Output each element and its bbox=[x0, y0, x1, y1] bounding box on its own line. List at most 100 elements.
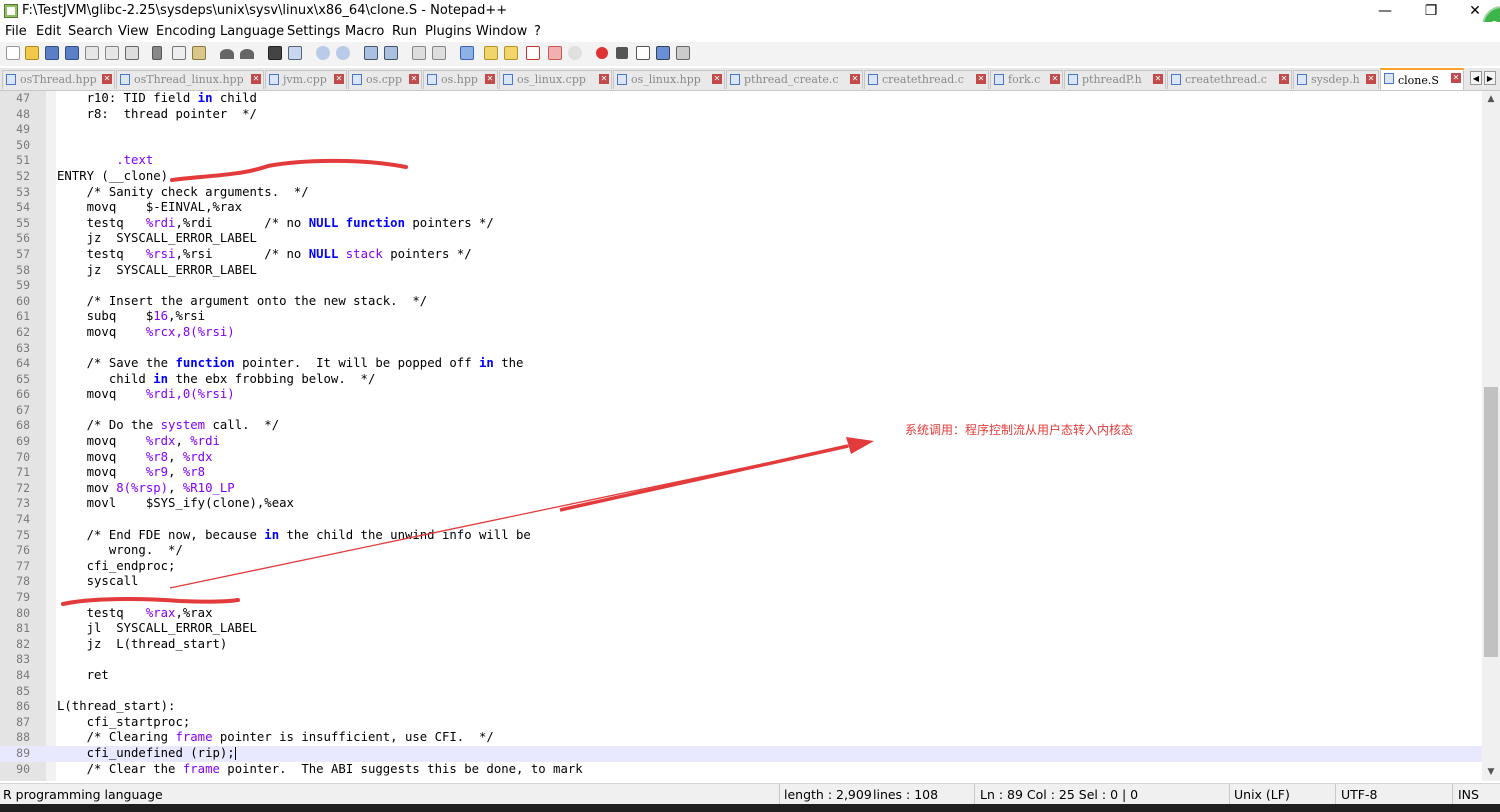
code-line[interactable]: 83 bbox=[0, 652, 1482, 668]
code-editor[interactable]: 47 r10: TID field in child 48 r8: thread … bbox=[0, 91, 1482, 781]
close-tab-icon[interactable]: ✕ bbox=[102, 74, 112, 84]
close-file-icon[interactable] bbox=[85, 46, 99, 60]
stop-macro-icon[interactable] bbox=[616, 47, 628, 59]
code-line[interactable]: 71 movq %r9, %r8 bbox=[0, 465, 1482, 481]
tab-createthread-c-2[interactable]: createthread.c ✕ bbox=[1167, 70, 1292, 89]
code-line[interactable]: 77 cfi_endproc; bbox=[0, 559, 1482, 575]
code-line[interactable]: 81 jl SYSCALL_ERROR_LABEL bbox=[0, 621, 1482, 637]
code-line[interactable]: 63 bbox=[0, 341, 1482, 357]
code-line[interactable]: 65 child in the ebx frobbing below. */ bbox=[0, 372, 1482, 388]
menu-help[interactable]: ? bbox=[534, 24, 541, 39]
code-line[interactable]: 68 /* Do the system call. */ bbox=[0, 418, 1482, 434]
code-line[interactable]: 54 movq $-EINVAL,%rax bbox=[0, 200, 1482, 216]
code-line[interactable]: 47 r10: TID field in child bbox=[0, 91, 1482, 107]
code-line[interactable]: 73 movl $SYS_ify(clone),%eax bbox=[0, 496, 1482, 512]
tab-sysdep-h[interactable]: sysdep.h ✕ bbox=[1293, 70, 1379, 89]
code-line[interactable]: 58 jz SYSCALL_ERROR_LABEL bbox=[0, 263, 1482, 279]
menu-encoding[interactable]: Encoding bbox=[156, 24, 216, 39]
function-list-icon[interactable] bbox=[504, 46, 518, 60]
menu-file[interactable]: File bbox=[5, 24, 27, 39]
code-line[interactable]: 49 bbox=[0, 122, 1482, 138]
code-line[interactable]: 78 syscall bbox=[0, 574, 1482, 590]
code-line[interactable]: 48 r8: thread pointer */ bbox=[0, 107, 1482, 123]
save-macro-icon[interactable] bbox=[676, 46, 690, 60]
tab-os-hpp[interactable]: os.hpp ✕ bbox=[423, 70, 498, 89]
menu-macro[interactable]: Macro bbox=[345, 24, 384, 39]
scroll-up-icon[interactable]: ▲ bbox=[1482, 91, 1500, 108]
tab-clone-s[interactable]: clone.S ✕ bbox=[1380, 68, 1464, 90]
find-icon[interactable] bbox=[268, 46, 282, 60]
code-line[interactable]: 67 bbox=[0, 403, 1482, 419]
show-all-chars-icon[interactable] bbox=[432, 46, 446, 60]
code-line[interactable]: 74 bbox=[0, 512, 1482, 528]
menu-view[interactable]: View bbox=[118, 24, 149, 39]
paste-icon[interactable] bbox=[192, 46, 206, 60]
code-line[interactable]: 89 cfi_undefined (rip); bbox=[0, 745, 1482, 762]
code-line[interactable]: 61 subq $16,%rsi bbox=[0, 309, 1482, 325]
code-line[interactable]: 56 jz SYSCALL_ERROR_LABEL bbox=[0, 231, 1482, 247]
sync-scroll-h-icon[interactable] bbox=[384, 46, 398, 60]
maximize-button[interactable]: ❐ bbox=[1408, 0, 1454, 22]
close-tab-icon[interactable]: ✕ bbox=[1050, 74, 1060, 84]
tab-pthread-create-c[interactable]: pthread_create.c ✕ bbox=[726, 70, 863, 89]
save-icon[interactable] bbox=[45, 46, 59, 60]
close-tab-icon[interactable]: ✕ bbox=[409, 74, 419, 84]
menu-settings[interactable]: Settings bbox=[287, 24, 340, 39]
code-line[interactable]: 52 ENTRY (__clone) bbox=[0, 169, 1482, 185]
open-file-icon[interactable] bbox=[25, 46, 39, 60]
code-line[interactable]: 70 movq %r8, %rdx bbox=[0, 450, 1482, 466]
run-macro-multiple-icon[interactable] bbox=[656, 46, 670, 60]
word-wrap-icon[interactable] bbox=[412, 46, 426, 60]
code-line[interactable]: 59 bbox=[0, 278, 1482, 294]
tab-osthread-linux-hpp[interactable]: osThread_linux.hpp ✕ bbox=[116, 70, 264, 89]
save-all-icon[interactable] bbox=[65, 46, 79, 60]
new-file-icon[interactable] bbox=[6, 46, 20, 60]
code-line[interactable]: 88 /* Clearing frame pointer is insuffic… bbox=[0, 730, 1482, 746]
scroll-down-icon[interactable]: ▼ bbox=[1482, 764, 1500, 781]
tab-os-linux-hpp[interactable]: os_linux.hpp ✕ bbox=[613, 70, 725, 89]
minimize-button[interactable]: — bbox=[1362, 0, 1408, 22]
menu-plugins[interactable]: Plugins bbox=[425, 24, 472, 39]
print-icon[interactable] bbox=[125, 46, 139, 60]
close-tab-icon[interactable]: ✕ bbox=[599, 74, 609, 84]
sync-scroll-v-icon[interactable] bbox=[364, 46, 378, 60]
tab-jvm-cpp[interactable]: jvm.cpp ✕ bbox=[265, 70, 347, 89]
tab-os-linux-cpp[interactable]: os_linux.cpp ✕ bbox=[499, 70, 612, 89]
close-tab-icon[interactable]: ✕ bbox=[1366, 74, 1376, 84]
copy-icon[interactable] bbox=[172, 46, 186, 60]
code-line[interactable]: 72 mov 8(%rsp), %R10_LP bbox=[0, 481, 1482, 497]
close-tab-icon[interactable]: ✕ bbox=[976, 74, 986, 84]
status-encoding[interactable]: UTF-8 bbox=[1341, 787, 1377, 802]
close-tab-icon[interactable]: ✕ bbox=[850, 74, 860, 84]
status-insert-mode[interactable]: INS bbox=[1458, 787, 1479, 802]
code-line[interactable]: 84 ret bbox=[0, 668, 1482, 684]
zoom-in-icon[interactable] bbox=[316, 46, 330, 60]
undo-icon[interactable] bbox=[220, 49, 234, 59]
code-line[interactable]: 80 testq %rax,%rax bbox=[0, 606, 1482, 622]
tab-fork-c[interactable]: fork.c ✕ bbox=[990, 70, 1063, 89]
close-tab-icon[interactable]: ✕ bbox=[1451, 73, 1461, 83]
code-line[interactable]: 85 bbox=[0, 684, 1482, 700]
code-line[interactable]: 57 testq %rsi,%rsi /* no NULL stack poin… bbox=[0, 247, 1482, 263]
doc-map-icon[interactable] bbox=[484, 46, 498, 60]
code-line[interactable]: 62 movq %rcx,8(%rsi) bbox=[0, 325, 1482, 341]
close-tab-icon[interactable]: ✕ bbox=[1153, 74, 1163, 84]
code-line[interactable]: 66 movq %rdi,0(%rsi) bbox=[0, 387, 1482, 403]
menu-window[interactable]: Window bbox=[476, 24, 527, 39]
status-eol[interactable]: Unix (LF) bbox=[1234, 787, 1290, 802]
code-line[interactable]: 90 /* Clear the frame pointer. The ABI s… bbox=[0, 762, 1482, 778]
tab-scroll-left-icon[interactable]: ◀ bbox=[1470, 71, 1482, 85]
scrollbar-thumb[interactable] bbox=[1484, 387, 1498, 657]
close-all-icon[interactable] bbox=[105, 46, 119, 60]
preview-icon[interactable] bbox=[568, 46, 582, 60]
code-line[interactable]: 87 cfi_startproc; bbox=[0, 715, 1482, 731]
close-tab-icon[interactable]: ✕ bbox=[251, 74, 261, 84]
code-line[interactable]: 53 /* Sanity check arguments. */ bbox=[0, 185, 1482, 201]
code-line[interactable]: 51 .text bbox=[0, 153, 1482, 169]
tab-scroll-right-icon[interactable]: ▶ bbox=[1484, 71, 1496, 85]
vertical-scrollbar[interactable]: ▲ ▼ bbox=[1482, 91, 1500, 781]
menu-language[interactable]: Language bbox=[220, 24, 284, 39]
play-macro-icon[interactable] bbox=[636, 46, 650, 60]
close-tab-icon[interactable]: ✕ bbox=[485, 74, 495, 84]
zoom-out-icon[interactable] bbox=[336, 46, 350, 60]
